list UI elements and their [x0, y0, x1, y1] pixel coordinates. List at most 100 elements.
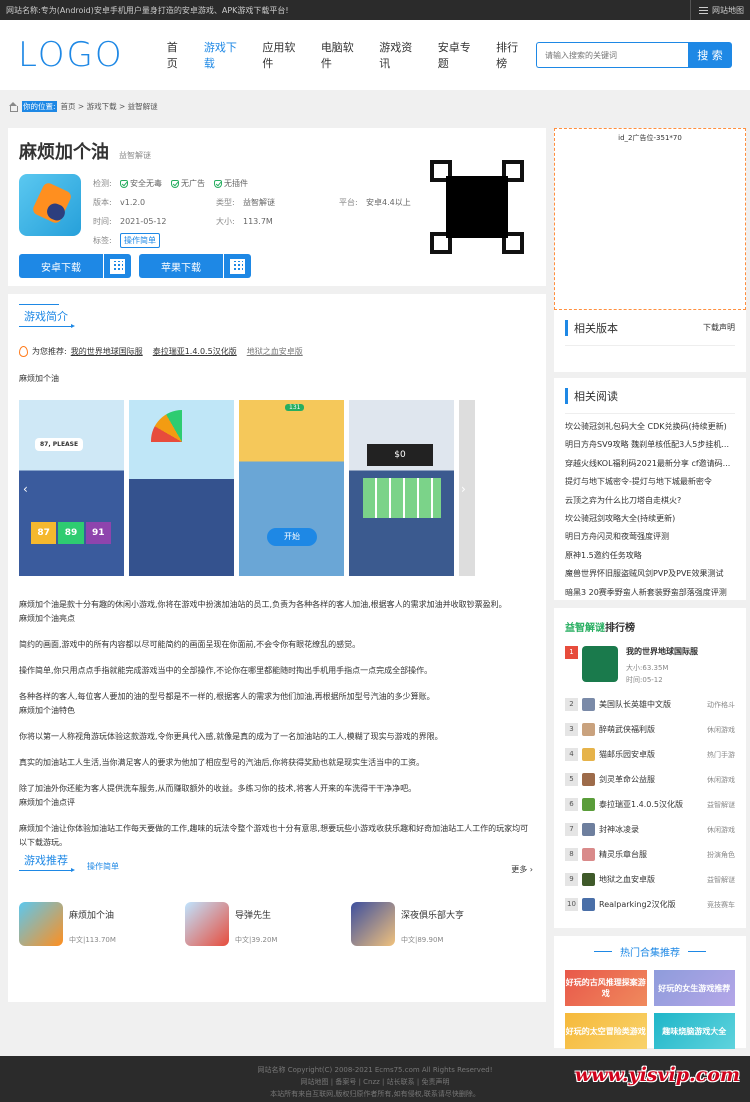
- nav-game-news[interactable]: 游戏资讯: [371, 39, 429, 71]
- reading-item[interactable]: 魔兽世界怀旧服盗贼风剑PVP及PVE效果测试: [565, 565, 735, 583]
- game-name-line: 麻烦加个油: [19, 374, 59, 383]
- recommend-line: 为您推荐: 我的世界地球国际服 泰拉瑞亚1.4.0.5汉化版 地狱之血安卓版: [19, 346, 535, 357]
- screenshot[interactable]: 131 开始: [239, 400, 344, 576]
- rank-item-top[interactable]: 1 我的世界地球国际服 大小:63.35M 时间:05-12: [565, 646, 735, 686]
- watermark: www.yisvip.com: [574, 1064, 740, 1086]
- start-button: 开始: [267, 528, 317, 546]
- game-description: 麻烦加个油是款十分有趣的休闲小游戏,你将在游戏中扮演加油站的员工,负责为各种各样…: [19, 600, 529, 847]
- reading-item[interactable]: 坎公骑冠剑礼包码大全 CDK兑换码(持续更新): [565, 418, 735, 436]
- download-notice-link[interactable]: 下载声明: [703, 322, 735, 333]
- nav-ranking[interactable]: 排行榜: [488, 39, 536, 71]
- breadcrumb-path[interactable]: 首页 > 游戏下载 > 益智解谜: [61, 101, 158, 112]
- ranking-panel: 益智解谜 排行榜 1 我的世界地球国际服 大小:63.35M 时间:05-12 2…: [554, 608, 746, 928]
- hot-collection-card[interactable]: 好玩的古风推理探案游戏: [565, 970, 647, 1006]
- download-qr-code: [430, 160, 524, 254]
- rank-item[interactable]: 2 美国队长英雄中文版 动作格斗: [565, 692, 735, 717]
- site-slogan: 网站名称:专为(Android)安卓手机用户量身打造的安卓游戏、APK游戏下载平…: [6, 5, 289, 15]
- game-size: 113.7M: [243, 217, 273, 226]
- game-tag[interactable]: 操作简单: [120, 233, 160, 248]
- screenshot[interactable]: ‹ 87, PLEASE 87 89 91: [19, 400, 124, 576]
- game-icon: [19, 174, 81, 236]
- hot-collection-card[interactable]: 好玩的女生游戏推荐: [653, 970, 735, 1006]
- screenshot[interactable]: [129, 400, 234, 576]
- breadcrumb-label: 你的位置:: [22, 100, 57, 112]
- qr-code-icon[interactable]: [103, 254, 131, 278]
- reading-item[interactable]: 明日方舟SV9攻略 魏刹单核低配3人5步挂机...: [565, 436, 735, 454]
- recommend-game[interactable]: 深夜俱乐部大亨 中文|89.90M: [351, 902, 517, 946]
- game-header-panel: 麻烦加个油 益智解谜 检测: 安全无毒 无广告 无插件 版本: v1.2.0 类型…: [8, 128, 546, 286]
- qr-code-icon[interactable]: [223, 254, 251, 278]
- safe-check: 安全无毒: [120, 174, 162, 193]
- header: LOGO 首页 游戏下载 应用软件 电脑软件 游戏资讯 安卓专题 排行榜 搜 索: [0, 20, 750, 90]
- game-date: 2021-05-12: [120, 217, 167, 226]
- search-input[interactable]: [536, 42, 688, 68]
- hot-collections: 热门合集推荐 好玩的古风推理探案游戏 好玩的女生游戏推荐 好玩的太空冒险类游戏 …: [554, 936, 746, 1049]
- rank-item[interactable]: 10 Realparking2汉化版 竞技赛车: [565, 892, 735, 917]
- recommend-tag[interactable]: 操作简单: [87, 861, 119, 872]
- hot-collection-card[interactable]: 趣味烧脑游戏大全: [653, 1013, 735, 1049]
- recommend-game[interactable]: 麻烦加个油 中文|113.70M: [19, 902, 185, 946]
- related-versions: 相关版本 下载声明: [554, 310, 746, 372]
- game-platform: 安卓4.4以上: [366, 198, 411, 207]
- rank-item[interactable]: 3 醉萌武侠福利版 休闲游戏: [565, 717, 735, 742]
- shield-check-icon: [171, 179, 179, 188]
- game-icon: [185, 902, 229, 946]
- ad-slot[interactable]: id_2广告位-351*70: [554, 128, 746, 310]
- screenshot[interactable]: ›: [459, 400, 475, 576]
- sitemap-link[interactable]: 网站地图: [690, 0, 744, 20]
- related-reading: 相关阅读 坎公骑冠剑礼包码大全 CDK兑换码(持续更新) 明日方舟SV9攻略 魏…: [554, 378, 746, 600]
- reading-item[interactable]: 暗黑3 20赛季野蛮人新套装野蛮部落强度评测: [565, 584, 735, 602]
- game-category[interactable]: 益智解谜: [119, 150, 151, 161]
- nav-home[interactable]: 首页: [159, 39, 196, 71]
- screenshot[interactable]: $0: [349, 400, 454, 576]
- rank-item[interactable]: 4 猫邮乐园安卓版 热门手游: [565, 742, 735, 767]
- game-meta: 检测: 安全无毒 无广告 无插件 版本: v1.2.0 类型: 益智解谜 平台: 安卓…: [93, 174, 411, 250]
- chevron-right-icon[interactable]: ›: [461, 482, 466, 496]
- rank-item[interactable]: 9 地狱之血安卓版 益智解谜: [565, 867, 735, 892]
- game-icon: [351, 902, 395, 946]
- reading-item[interactable]: 原神1.5邀约任务攻略: [565, 547, 735, 565]
- game-version: v1.2.0: [120, 198, 146, 207]
- recommend-list: 麻烦加个油 中文|113.70M 导弹先生 中文|39.20M 深夜俱乐部大亨 中文|…: [19, 902, 535, 946]
- nav-apps[interactable]: 应用软件: [254, 39, 312, 71]
- shield-check-icon: [214, 179, 222, 188]
- rank-item[interactable]: 7 封神冰凌录 休闲游戏: [565, 817, 735, 842]
- android-download-button[interactable]: 安卓下载: [19, 254, 131, 278]
- no-plugin-check: 无插件: [214, 174, 248, 193]
- rec-link[interactable]: 泰拉瑞亚1.4.0.5汉化版: [153, 346, 237, 357]
- reading-item[interactable]: 穿越火线KOL福利码2021最新分享 cf邀请码...: [565, 455, 735, 473]
- breadcrumb: 你的位置: 首页 > 游戏下载 > 益智解谜: [0, 92, 750, 120]
- menu-icon: [699, 6, 708, 14]
- rank-item[interactable]: 6 泰拉瑞亚1.4.0.5汉化版 益智解谜: [565, 792, 735, 817]
- shield-check-icon: [120, 179, 128, 188]
- ios-download-button[interactable]: 苹果下载: [139, 254, 251, 278]
- reading-list: 坎公骑冠剑礼包码大全 CDK兑换码(持续更新) 明日方舟SV9攻略 魏刹单核低配…: [565, 414, 735, 602]
- game-type: 益智解谜: [243, 198, 275, 207]
- search-button[interactable]: 搜 索: [688, 42, 732, 68]
- game-intro-panel: 游戏简介 为您推荐: 我的世界地球国际服 泰拉瑞亚1.4.0.5汉化版 地狱之血…: [8, 294, 546, 1002]
- nav-game-download[interactable]: 游戏下载: [196, 39, 254, 71]
- more-link[interactable]: 更多 ›: [511, 864, 533, 875]
- reading-item[interactable]: 坎公骑冠剑攻略大全(持续更新): [565, 510, 735, 528]
- rank-item[interactable]: 5 剑灵革命公益服 休闲游戏: [565, 767, 735, 792]
- reading-item[interactable]: 云顶之弈为什么比刀塔自走棋火?: [565, 492, 735, 510]
- fire-icon: [19, 346, 28, 357]
- game-icon: [19, 902, 63, 946]
- nav-topics[interactable]: 安卓专题: [430, 39, 488, 71]
- rec-link[interactable]: 地狱之血安卓版: [247, 346, 303, 357]
- site-logo[interactable]: LOGO: [18, 35, 147, 75]
- nav-pc-software[interactable]: 电脑软件: [313, 39, 371, 71]
- rec-link[interactable]: 我的世界地球国际服: [71, 346, 143, 357]
- top-bar: 网站名称:专为(Android)安卓手机用户量身打造的安卓游戏、APK游戏下载平…: [0, 0, 750, 20]
- reading-item[interactable]: 明日方舟闪灵和夜莺强度评测: [565, 528, 735, 546]
- recommend-game[interactable]: 导弹先生 中文|39.20M: [185, 902, 351, 946]
- recommend-header: 游戏推荐 操作简单 更多 ›: [19, 850, 535, 878]
- rank-item[interactable]: 8 精灵乐章台服 扮演角色: [565, 842, 735, 867]
- search-box: 搜 索: [536, 42, 732, 68]
- chevron-left-icon[interactable]: ‹: [23, 482, 28, 496]
- hot-collection-card[interactable]: 好玩的太空冒险类游戏: [565, 1013, 647, 1049]
- reading-item[interactable]: 提灯与地下城密令-提灯与地下城最新密令: [565, 473, 735, 491]
- fuel-gauge: [151, 410, 213, 442]
- section-title: 游戏简介: [19, 294, 535, 330]
- screenshot-gallery: ‹ 87, PLEASE 87 89 91 131 开始 $0 ›: [19, 400, 535, 576]
